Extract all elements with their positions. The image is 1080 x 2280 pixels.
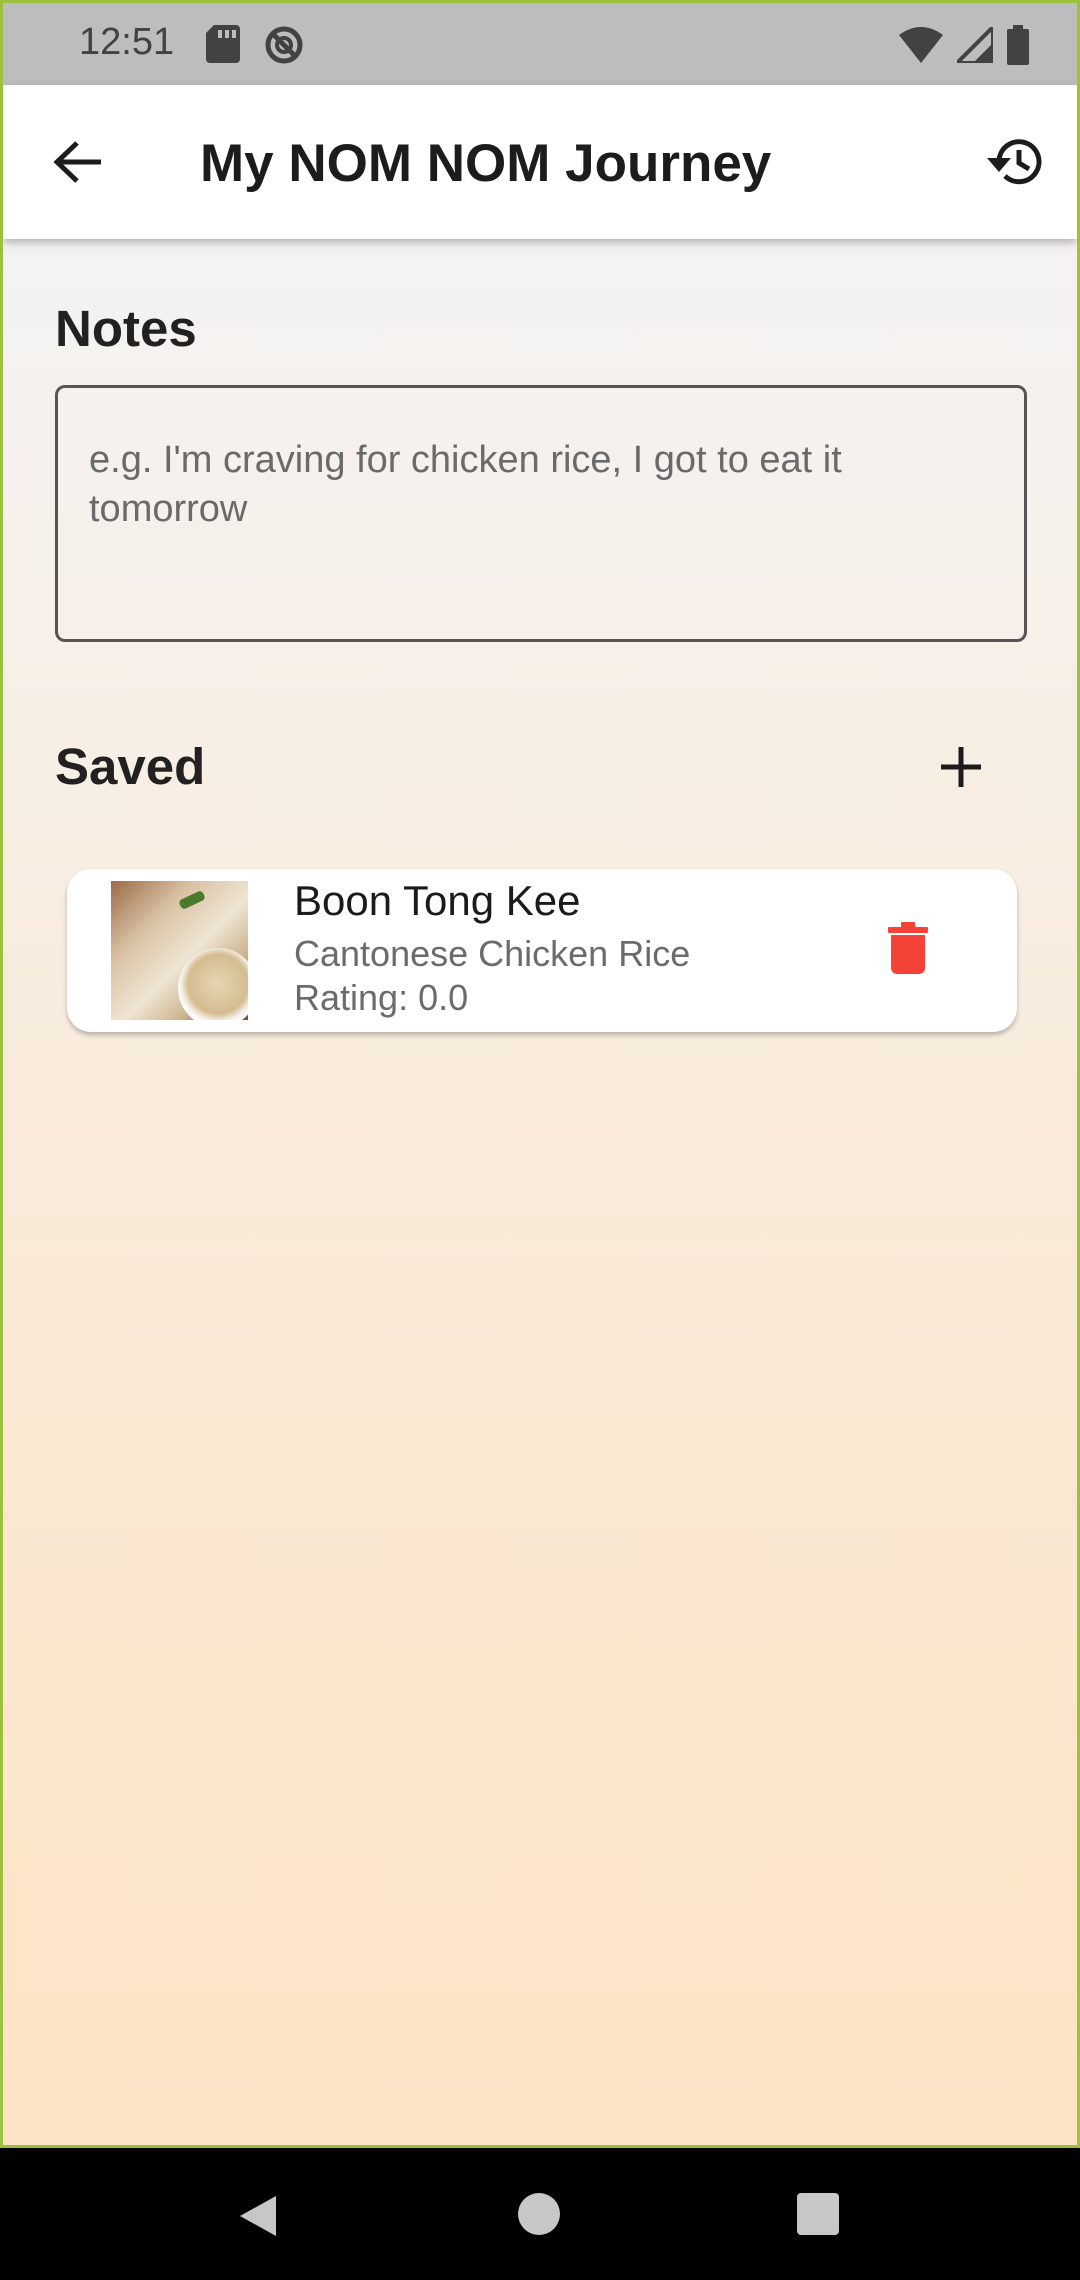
restaurant-rating: Rating: 0.0 — [294, 977, 469, 1018]
status-bar: 12:51 — [3, 3, 1077, 85]
system-nav-bar — [0, 2148, 1080, 2280]
page-title: My NOM NOM Journey — [200, 134, 772, 193]
plus-icon — [939, 745, 983, 794]
history-icon — [987, 136, 1045, 193]
notes-input[interactable] — [89, 436, 993, 591]
signal-icon — [952, 22, 995, 68]
add-saved-button[interactable] — [925, 733, 997, 805]
saved-heading: Saved — [55, 738, 206, 795]
status-right-icons — [899, 22, 1029, 70]
app-screen: 12:51 My NOM NOM Journey Notes e.g. I'm … — [0, 0, 1080, 2148]
delete-saved-button[interactable] — [873, 915, 943, 985]
history-button[interactable] — [981, 129, 1051, 199]
nav-recents-icon[interactable] — [797, 2193, 839, 2235]
arrow-back-icon — [53, 140, 103, 189]
restaurant-cuisine: Cantonese Chicken Rice — [294, 933, 691, 974]
nav-home-icon[interactable] — [518, 2193, 560, 2235]
app-bar: My NOM NOM Journey — [3, 85, 1077, 239]
status-left-icons — [206, 25, 304, 70]
trash-icon — [888, 921, 928, 979]
main-content: Notes Saved Boon Tong Kee Cantonese Chic… — [3, 239, 1077, 2145]
status-time: 12:51 — [79, 21, 175, 63]
food-thumbnail — [111, 881, 248, 1020]
nav-back-icon[interactable] — [236, 2194, 280, 2243]
do-not-disturb-icon — [264, 25, 304, 70]
battery-icon — [1007, 25, 1029, 70]
sd-card-icon — [206, 25, 240, 70]
restaurant-name: Boon Tong Kee — [294, 877, 581, 924]
saved-item-card[interactable]: Boon Tong Kee Cantonese Chicken Rice Rat… — [67, 869, 1017, 1032]
notes-box — [55, 385, 1027, 642]
notes-heading: Notes — [55, 300, 197, 357]
wifi-icon — [899, 27, 943, 68]
back-button[interactable] — [43, 129, 113, 199]
